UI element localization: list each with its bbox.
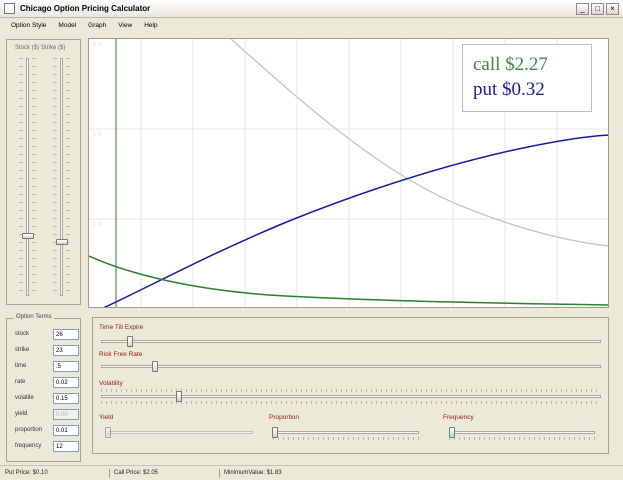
stock-slider-ticks-right <box>32 58 36 296</box>
status-bar: Put Price: $0.10 Call Price: $2.05 Minim… <box>0 465 623 480</box>
volatility-thumb[interactable] <box>176 391 182 402</box>
term-label: proportion <box>15 427 43 433</box>
term-label: rate <box>15 379 26 385</box>
stock-slider-track <box>26 58 29 296</box>
yield-input: 0.00 <box>53 408 79 420</box>
risk-free-rate-track[interactable] <box>101 365 601 368</box>
proportion-thumb[interactable] <box>272 427 278 438</box>
time-till-expire-thumb[interactable] <box>127 336 133 347</box>
close-button[interactable]: × <box>606 3 619 15</box>
parameter-controls-panel: Time Till Expire Risk Free Rate Volatili… <box>92 317 609 454</box>
menu-model[interactable]: Model <box>58 22 76 29</box>
put-price-text: put $0.32 <box>473 79 545 100</box>
strike-slider-label: Strike ($) <box>41 45 66 51</box>
frequency-thumb[interactable] <box>449 427 455 438</box>
call-price-text: call $2.27 <box>473 54 548 75</box>
term-row-strike: strike 23 <box>15 344 79 356</box>
axis-label-low: 1.0 <box>93 222 102 228</box>
call-price-status: Call Price: $2.05 <box>114 470 159 476</box>
window-title: Chicago Option Pricing Calculator <box>20 4 151 13</box>
price-readout-box: call $2.27 put $0.32 <box>462 44 592 112</box>
term-row-time: time .5 <box>15 360 79 372</box>
put-price-status: Put Price: $0.10 <box>5 470 48 476</box>
menu-help[interactable]: Help <box>144 22 157 29</box>
term-row-yield: yield 0.00 <box>15 408 79 420</box>
term-label: strike <box>15 347 30 353</box>
window-controls: _ □ × <box>576 3 619 15</box>
volatile-input[interactable]: 0.15 <box>53 392 79 404</box>
strike-slider-ticks <box>53 58 57 296</box>
strike-slider-ticks-right <box>66 58 70 296</box>
stock-slider-label: Stock ($) <box>15 45 40 51</box>
rate-input[interactable]: 0.02 <box>53 376 79 388</box>
term-label: frequency <box>15 443 42 449</box>
menu-view[interactable]: View <box>118 22 132 29</box>
status-separator <box>219 469 220 478</box>
option-price-plot: 2.0 1.5 1.0 call $2.27 put $0.32 <box>88 38 609 308</box>
menu-graph[interactable]: Graph <box>88 22 106 29</box>
axis-label-mid: 1.5 <box>93 132 102 138</box>
yield-thumb <box>105 427 111 438</box>
proportion-label: Proportion <box>269 414 299 421</box>
app-icon <box>4 3 15 14</box>
yield-label: Yield <box>99 414 114 421</box>
term-row-stock: stock 26 <box>15 328 79 340</box>
term-label: stock <box>15 331 30 337</box>
strike-slider-thumb[interactable] <box>56 239 68 245</box>
stock-slider[interactable]: Stock ($) <box>15 40 40 304</box>
frequency-ticks <box>449 437 595 440</box>
stock-input[interactable]: 26 <box>53 328 79 340</box>
status-separator <box>109 469 110 478</box>
term-label: volatile <box>15 395 34 401</box>
frequency-track[interactable] <box>449 431 595 434</box>
call-price-curve <box>103 134 608 307</box>
minimum-value-status: MinimumValue: $1.83 <box>224 470 282 476</box>
term-label: yield <box>15 411 28 417</box>
term-row-volatile: volatile 0.15 <box>15 392 79 404</box>
menu-bar: Option Style Model Graph View Help <box>0 18 623 32</box>
term-row-frequency: frequency 12 <box>15 440 79 452</box>
axis-label-top: 2.0 <box>93 42 102 48</box>
strike-input[interactable]: 23 <box>53 344 79 356</box>
yield-track <box>107 431 253 434</box>
volatility-label: Volatility <box>99 380 123 387</box>
option-terms-panel: Option Terms stock 26 strike 23 time .5 … <box>6 314 81 462</box>
proportion-input[interactable]: 0.01 <box>53 424 79 436</box>
term-label: time <box>15 363 27 369</box>
menu-option-style[interactable]: Option Style <box>11 22 46 29</box>
time-till-expire-label: Time Till Expire <box>99 324 144 331</box>
term-row-rate: rate 0.02 <box>15 376 79 388</box>
option-terms-title: Option Terms <box>14 314 54 320</box>
term-row-proportion: proportion 0.01 <box>15 424 79 436</box>
maximize-button[interactable]: □ <box>591 3 604 15</box>
risk-free-rate-label: Risk Free Rate <box>99 351 143 358</box>
proportion-ticks <box>273 437 419 440</box>
risk-free-rate-thumb[interactable] <box>152 361 158 372</box>
minimize-button[interactable]: _ <box>576 3 589 15</box>
strike-slider-track <box>60 58 63 296</box>
time-till-expire-track[interactable] <box>101 340 601 343</box>
frequency-label: Frequency <box>443 414 474 421</box>
title-bar: Chicago Option Pricing Calculator _ □ × <box>0 0 623 18</box>
price-slider-panel: Stock ($) Strike ($) <box>6 39 81 305</box>
proportion-track[interactable] <box>273 431 419 434</box>
stock-slider-ticks <box>19 58 23 296</box>
stock-slider-thumb[interactable] <box>22 233 34 239</box>
strike-slider[interactable]: Strike ($) <box>41 40 71 304</box>
frequency-input[interactable]: 12 <box>53 440 79 452</box>
time-input[interactable]: .5 <box>53 360 79 372</box>
